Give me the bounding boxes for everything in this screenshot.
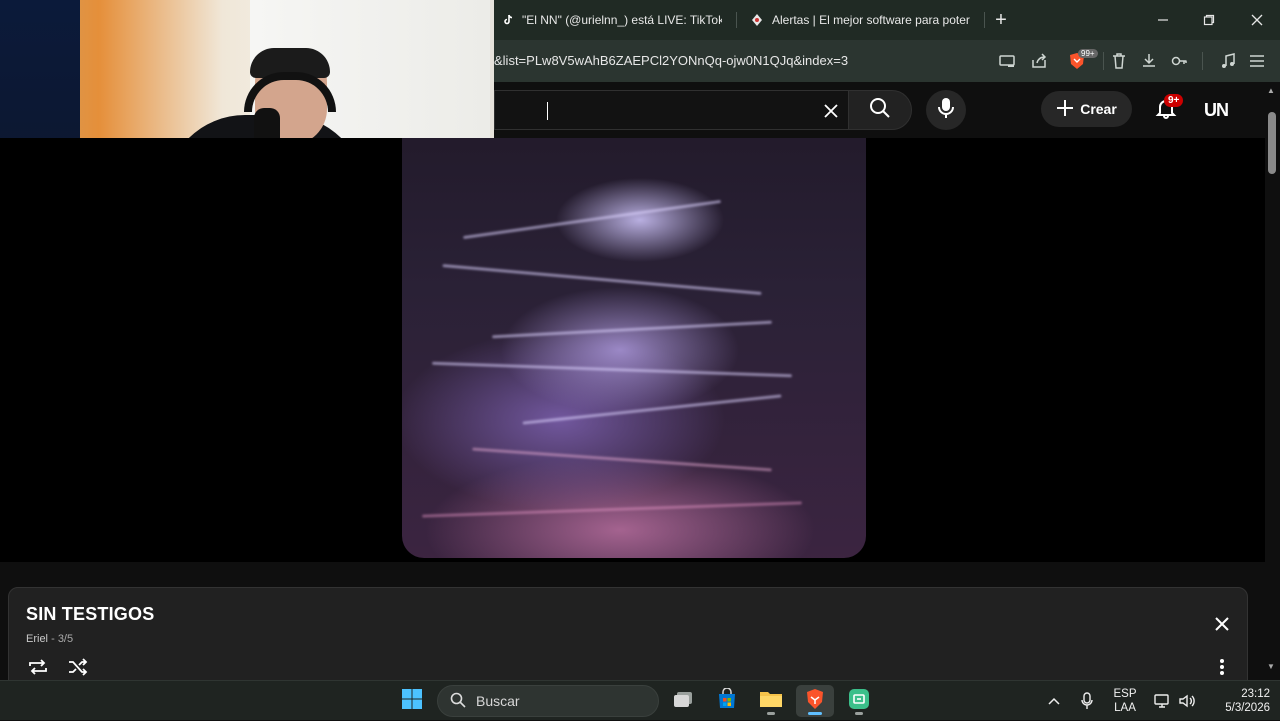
music-note-icon[interactable] [1217,50,1239,72]
search-icon [869,97,891,124]
repeat-icon[interactable] [26,655,50,679]
task-view-button[interactable] [664,685,702,717]
clear-search-icon[interactable] [821,101,841,121]
browser-tab-bar: "El NN" (@urielnn_) está LIVE: TikTok Al… [494,0,1280,40]
restore-button[interactable] [1186,0,1232,40]
clock[interactable]: 23:12 5/3/2026 [1206,681,1270,721]
cast-icon[interactable] [996,50,1018,72]
scroll-down-icon[interactable]: ▼ [1267,662,1275,671]
tab-alertas[interactable]: Alertas | El mejor software para poter [750,0,972,40]
download-icon[interactable] [1138,50,1160,72]
running-indicator [855,712,863,715]
clock-date: 5/3/2026 [1225,702,1270,714]
toolbar-divider [1202,52,1203,70]
search-icon [450,692,466,711]
brave-browser-button[interactable] [796,685,834,717]
song-title: SIN TESTIGOS [26,604,155,624]
active-indicator [808,712,822,715]
playlist-position: 3/5 [57,633,74,645]
brave-icon [805,688,825,715]
task-view-icon [672,689,694,714]
share-icon[interactable] [1028,50,1050,72]
taskbar-search[interactable]: Buscar [437,685,659,717]
voice-search-button[interactable] [926,90,966,130]
tab-divider [736,12,737,28]
clock-time: 23:12 [1241,688,1270,700]
notification-badge: 9+ [1164,94,1184,107]
plus-icon [1056,99,1074,120]
running-indicator [767,712,775,715]
create-button[interactable]: Crear [1041,91,1132,127]
streaming-app-button[interactable] [840,685,878,717]
create-label: Crear [1080,101,1117,117]
now-playing-bar: SIN TESTIGOS Eriel - 3/5 [8,587,1248,687]
show-hidden-icons-button[interactable] [1044,681,1064,721]
player-side-panel [870,138,1265,562]
language-code: ESP [1113,688,1137,700]
song-meta: Eriel - 3/5 [26,633,73,645]
more-options-icon[interactable] [1210,655,1234,679]
new-tab-button[interactable]: + [978,0,1024,40]
shields-badge: 99+ [1078,49,1098,58]
keyboard-layout: LAA [1114,702,1136,714]
streaming-app-icon [848,688,870,715]
menu-icon[interactable] [1246,50,1268,72]
scroll-up-icon[interactable]: ▲ [1267,86,1275,95]
microphone-icon [937,97,955,124]
youtube-header: Crear 9+ UN [494,82,1280,138]
toolbar-divider [1103,52,1104,70]
password-key-icon[interactable] [1168,50,1190,72]
avatar[interactable]: UN [1198,96,1234,124]
language-indicator[interactable]: ESP LAA [1108,681,1142,721]
artist-name[interactable]: Eriel [26,633,48,645]
volume-icon[interactable] [1176,681,1198,721]
search-input[interactable] [494,90,848,130]
windows-taskbar: Buscar ESP LAA 23:12 5/3/2026 [0,680,1280,720]
url-field[interactable]: &list=PLw8V5wAhB6ZAEPCl2YONnQq-ojw0N1QJq… [494,40,848,82]
microphone-tray-icon[interactable] [1076,681,1098,721]
close-window-button[interactable] [1234,0,1280,40]
scrollbar-thumb[interactable] [1268,112,1276,174]
separator: - [51,633,58,645]
start-button[interactable] [393,685,431,717]
tab-tiktok[interactable]: "El NN" (@urielnn_) está LIVE: TikTok [502,0,722,40]
shuffle-icon[interactable] [66,655,90,679]
windows-logo-icon [401,688,423,715]
store-icon [716,686,738,715]
minimize-button[interactable] [1140,0,1186,40]
file-explorer-button[interactable] [752,685,790,717]
alertas-icon [750,13,764,27]
text-cursor [547,102,548,120]
folder-icon [759,689,783,714]
taskbar-search-placeholder: Buscar [476,693,520,709]
close-icon[interactable] [1210,612,1234,636]
tab-title: "El NN" (@urielnn_) está LIVE: TikTok [522,13,722,27]
tiktok-icon [502,13,514,27]
network-icon[interactable] [1152,681,1174,721]
tab-title: Alertas | El mejor software para poter [772,13,970,27]
trash-icon[interactable] [1108,50,1130,72]
microsoft-store-button[interactable] [708,685,746,717]
search-button[interactable] [848,90,912,130]
address-bar: &list=PLw8V5wAhB6ZAEPCl2YONnQq-ojw0N1QJq… [494,40,1280,82]
album-art [402,138,866,558]
